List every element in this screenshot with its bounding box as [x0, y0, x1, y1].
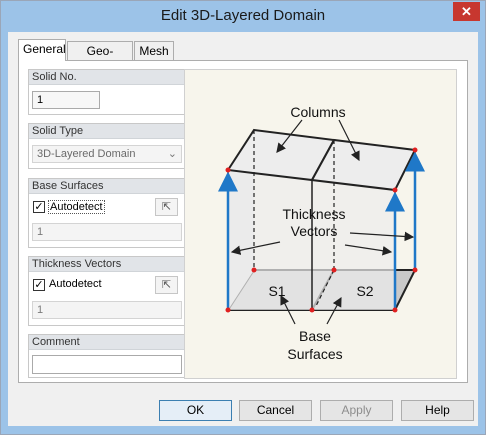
solid-type-group: Solid Type 3D-Layered Domain ⌄	[28, 123, 186, 169]
pick-cursor-icon[interactable]: ⇱	[155, 198, 178, 216]
diagram-svg: Columns Thickness Vectors S1 S2 Base Sur…	[218, 104, 425, 362]
close-button[interactable]: ✕	[453, 2, 480, 21]
thickness-vectors-header: Thickness Vectors	[29, 257, 185, 272]
thickness-label-line2: Vectors	[291, 223, 338, 239]
dialog-window: Edit 3D-Layered Domain ✕ General Geo-Lay…	[0, 0, 486, 435]
solid-no-field[interactable]: 1	[32, 91, 100, 109]
base-label-line2: Surfaces	[287, 346, 342, 362]
comment-group: Comment	[28, 334, 186, 378]
apply-button[interactable]: Apply	[320, 400, 393, 421]
thickness-vectors-autodetect-checkbox[interactable]: ✓	[33, 279, 45, 291]
solid-type-select[interactable]: 3D-Layered Domain ⌄	[32, 145, 182, 163]
thickness-vectors-autodetect-label: Autodetect	[49, 278, 102, 290]
solid-no-header: Solid No.	[29, 70, 185, 85]
solid-type-header: Solid Type	[29, 124, 185, 139]
domain-diagram: Columns Thickness Vectors S1 S2 Base Sur…	[184, 69, 457, 379]
comment-header: Comment	[29, 335, 185, 350]
columns-label: Columns	[290, 104, 345, 120]
solid-no-group: Solid No. 1	[28, 69, 186, 115]
tab-mesh[interactable]: Mesh	[134, 41, 174, 60]
base-surfaces-group: Base Surfaces ✓ Autodetect ⇱ 1	[28, 178, 186, 248]
base-surfaces-field[interactable]: 1	[32, 223, 182, 241]
cancel-button[interactable]: Cancel	[239, 400, 312, 421]
base-label-line1: Base	[299, 328, 331, 344]
tab-general[interactable]: General	[18, 39, 66, 61]
ok-button[interactable]: OK	[159, 400, 232, 421]
chevron-down-icon: ⌄	[167, 148, 177, 160]
title-bar: Edit 3D-Layered Domain ✕	[1, 1, 485, 32]
base-surfaces-autodetect-checkbox[interactable]: ✓	[33, 201, 45, 213]
thickness-label-line1: Thickness	[282, 206, 345, 222]
solid-type-value: 3D-Layered Domain	[37, 148, 136, 160]
dialog-client: General Geo-Layers Mesh Solid No. 1 Soli…	[8, 32, 478, 426]
s2-label: S2	[356, 283, 373, 299]
tab-panel-general: Solid No. 1 Solid Type 3D-Layered Domain…	[18, 60, 468, 383]
window-title: Edit 3D-Layered Domain	[160, 7, 326, 24]
comment-field[interactable]	[32, 355, 182, 374]
s1-label: S1	[268, 283, 285, 299]
help-button[interactable]: Help	[401, 400, 474, 421]
thickness-vectors-field[interactable]: 1	[32, 301, 182, 319]
tab-geo-layers[interactable]: Geo-Layers	[67, 41, 133, 76]
base-surfaces-autodetect-label: Autodetect	[48, 200, 105, 214]
thickness-vectors-group: Thickness Vectors ✓ Autodetect ⇱ 1	[28, 256, 186, 326]
base-surfaces-header: Base Surfaces	[29, 179, 185, 194]
pick-cursor-icon[interactable]: ⇱	[155, 276, 178, 294]
